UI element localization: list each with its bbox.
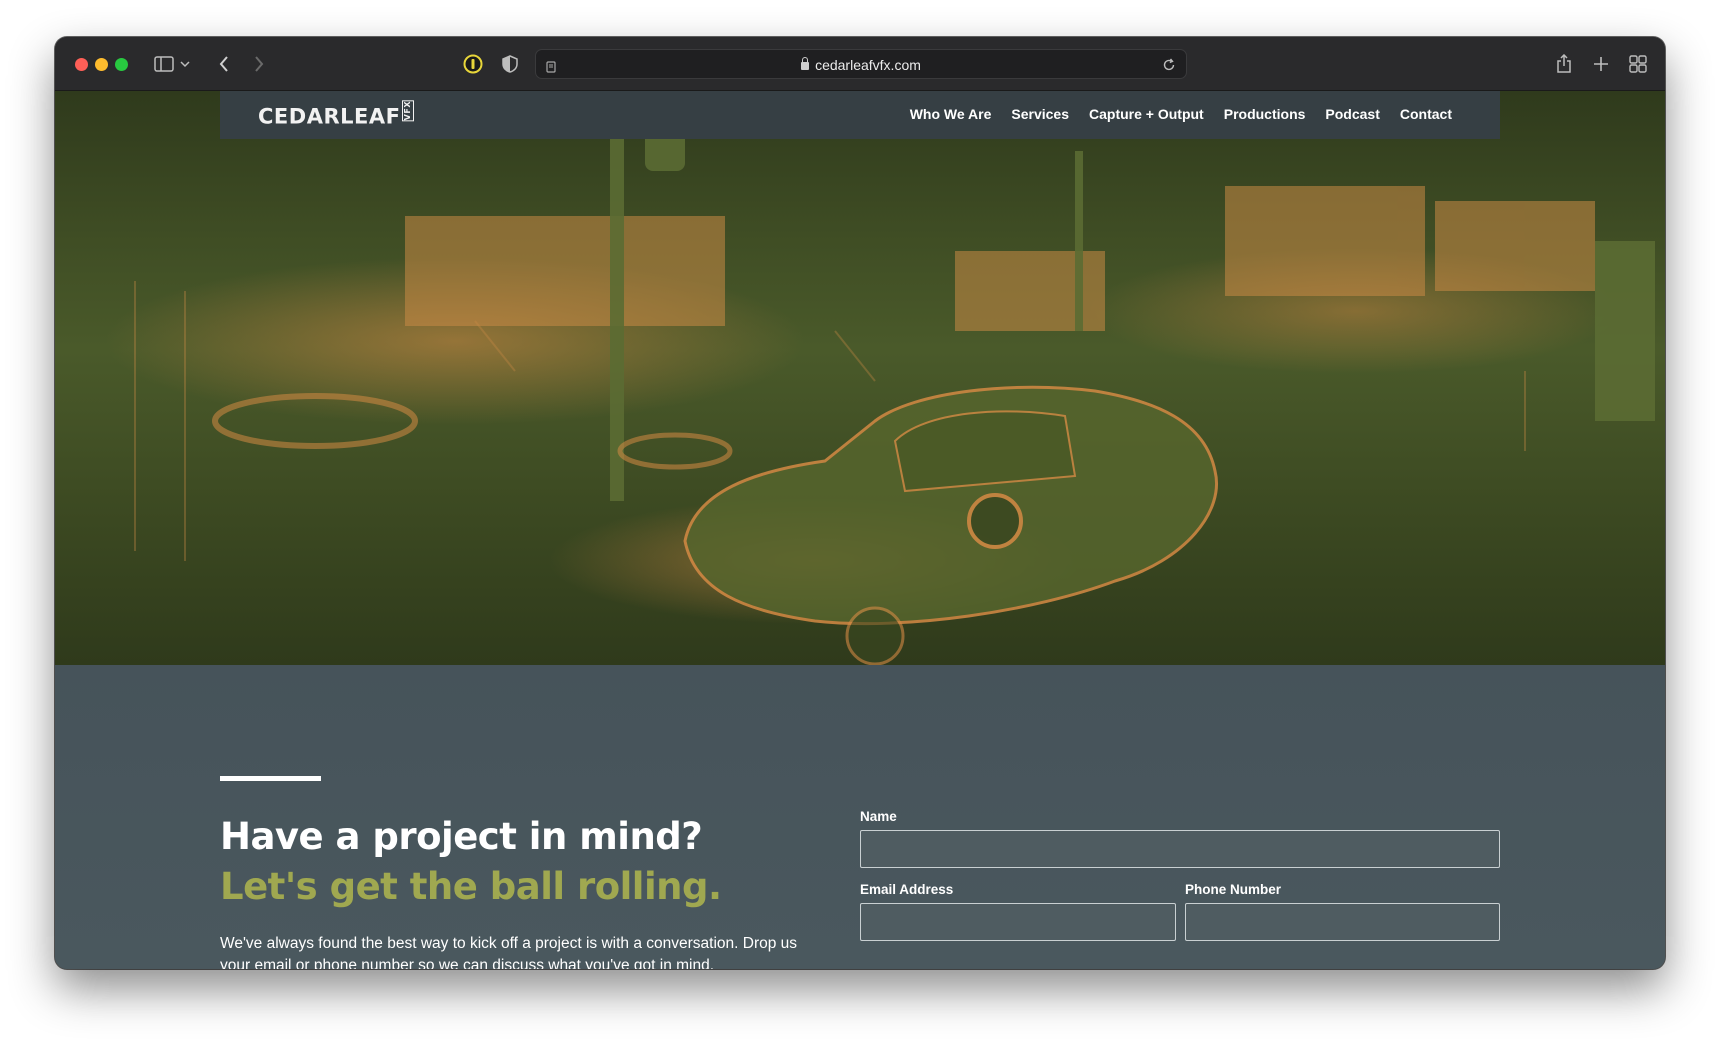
email-input[interactable] xyxy=(860,903,1176,941)
logo-badge: VFX xyxy=(402,100,415,122)
site-logo[interactable]: CEDARLEAF VFX xyxy=(258,100,415,129)
new-tab-icon[interactable] xyxy=(1588,52,1614,76)
main-nav: Who We Are Services Capture + Output Pro… xyxy=(910,106,1452,122)
nav-contact[interactable]: Contact xyxy=(1400,106,1452,122)
forward-arrow-icon[interactable] xyxy=(246,52,272,76)
zoom-window-button[interactable] xyxy=(115,58,128,71)
nav-who-we-are[interactable]: Who We Are xyxy=(910,106,992,122)
nav-capture-output[interactable]: Capture + Output xyxy=(1089,106,1204,122)
back-arrow-icon[interactable] xyxy=(211,52,237,76)
accent-divider xyxy=(220,776,321,781)
web-page: CEDARLEAF VFX Who We Are Services Capture… xyxy=(55,91,1665,969)
password-manager-icon[interactable] xyxy=(460,52,486,76)
nav-services[interactable]: Services xyxy=(1011,106,1069,122)
shield-icon[interactable] xyxy=(497,52,523,76)
nav-podcast[interactable]: Podcast xyxy=(1325,106,1379,122)
url-display: cedarleafvfx.com xyxy=(536,57,1186,73)
close-window-button[interactable] xyxy=(75,58,88,71)
tab-overview-icon[interactable] xyxy=(1625,52,1651,76)
point-cloud-scene xyxy=(134,131,1655,665)
minimize-window-button[interactable] xyxy=(95,58,108,71)
address-bar[interactable]: cedarleafvfx.com xyxy=(535,49,1187,79)
url-text: cedarleafvfx.com xyxy=(815,57,921,73)
phone-input[interactable] xyxy=(1185,903,1500,941)
phone-label: Phone Number xyxy=(1185,882,1282,897)
reload-icon[interactable] xyxy=(1162,57,1176,76)
lock-icon xyxy=(801,57,810,70)
contact-heading: Have a project in mind? xyxy=(220,815,703,858)
browser-toolbar: cedarleafvfx.com xyxy=(55,37,1665,91)
contact-blurb: We've always found the best way to kick … xyxy=(220,935,798,969)
contact-subheading: Let's get the ball rolling. xyxy=(220,865,722,908)
nav-productions[interactable]: Productions xyxy=(1224,106,1306,122)
sidebar-toggle-icon[interactable] xyxy=(151,52,177,76)
logo-text: CEDARLEAF xyxy=(258,104,401,129)
contact-section: Have a project in mind? Let's get the ba… xyxy=(55,665,1665,969)
chevron-down-icon[interactable] xyxy=(177,52,193,76)
name-input[interactable] xyxy=(860,830,1500,868)
hero-image: CEDARLEAF VFX Who We Are Services Capture… xyxy=(55,91,1665,665)
browser-window: cedarleafvfx.com CEDARLEAF VFX Who We Ar… xyxy=(55,37,1665,969)
site-navbar: CEDARLEAF VFX Who We Are Services Capture… xyxy=(220,91,1500,139)
email-label: Email Address xyxy=(860,882,954,897)
name-label: Name xyxy=(860,809,897,824)
share-icon[interactable] xyxy=(1551,52,1577,76)
